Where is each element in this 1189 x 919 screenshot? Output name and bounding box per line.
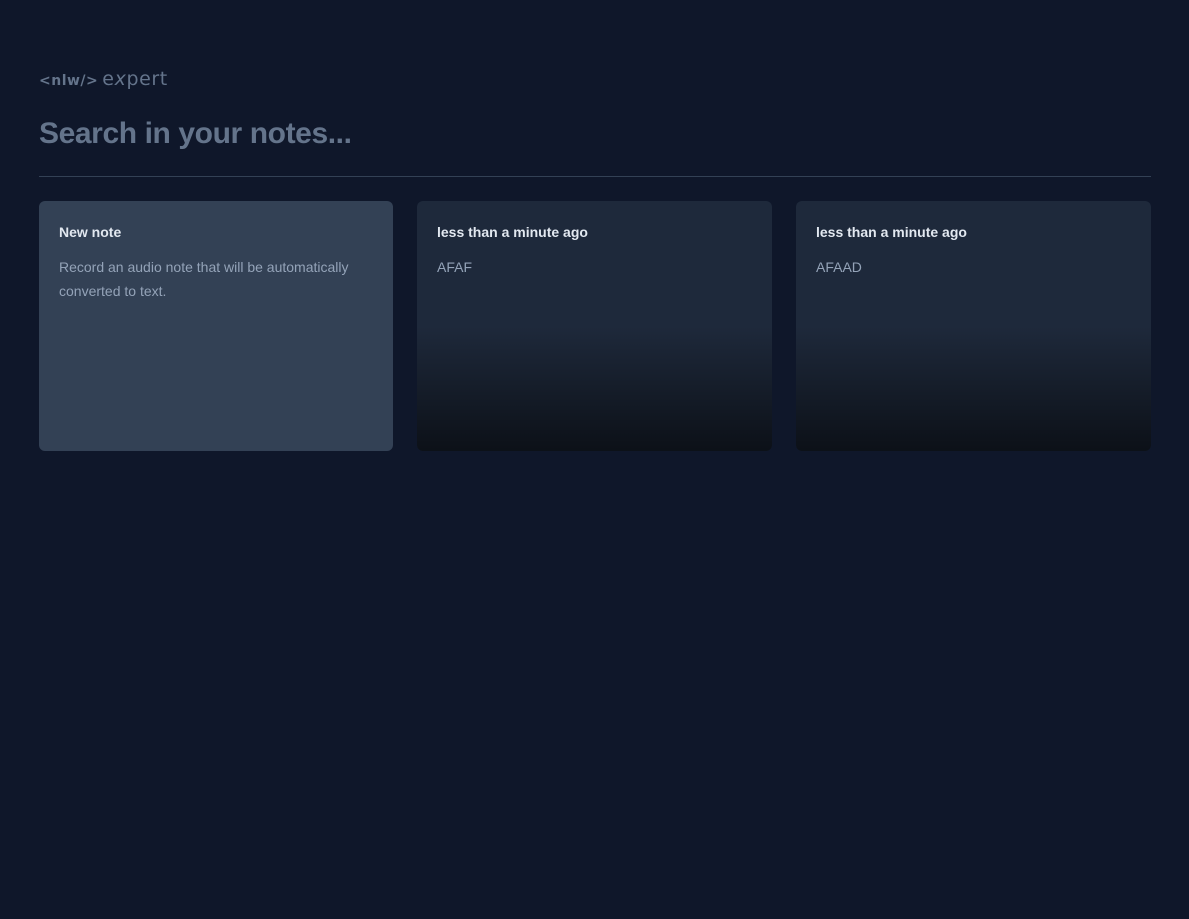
note-content: AFAAD	[816, 259, 862, 275]
note-card[interactable]: less than a minute ago AFAAD	[796, 201, 1151, 451]
new-note-description: Record an audio note that will be automa…	[59, 259, 349, 299]
note-date: less than a minute ago	[437, 224, 588, 240]
notes-grid: New note Record an audio note that will …	[39, 201, 1151, 451]
new-note-card[interactable]: New note Record an audio note that will …	[39, 201, 393, 451]
logo-word-start: e	[102, 68, 115, 90]
note-content: AFAF	[437, 259, 473, 275]
logo-code-mark: <nlw/>	[39, 73, 99, 89]
logo-word-x: x	[114, 68, 127, 90]
new-note-title: New note	[59, 224, 122, 240]
logo-wordmark: expert	[102, 68, 168, 90]
search-form	[39, 108, 1151, 160]
nlw-expert-logo: <nlw/> expert	[39, 68, 168, 90]
note-fade-overlay	[417, 326, 772, 451]
logo-word-end: pert	[126, 68, 168, 90]
search-input[interactable]	[39, 108, 1151, 160]
search-divider	[39, 176, 1151, 177]
note-card[interactable]: less than a minute ago AFAF	[417, 201, 772, 451]
note-fade-overlay	[796, 326, 1151, 451]
note-date: less than a minute ago	[816, 224, 967, 240]
